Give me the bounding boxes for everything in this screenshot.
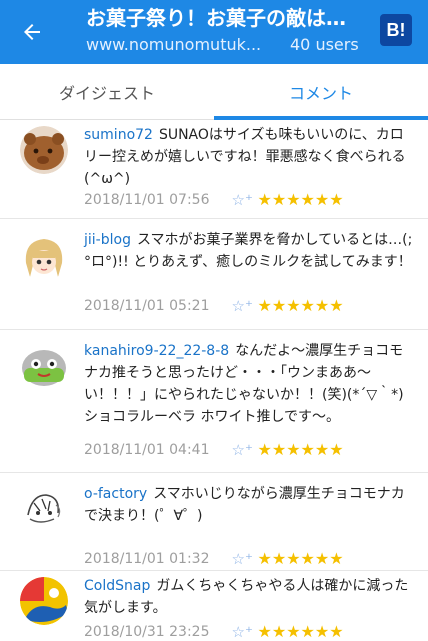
add-star-icon[interactable]: ☆⁺: [232, 297, 253, 315]
comment-body: ColdSnap ガムくちゃくちゃやる人は確かに減った気がします。: [84, 575, 414, 619]
comment-item: jii-blog スマホがお菓子業界を脅かしているとは…(;°ロ°)!! とりあえ…: [0, 219, 428, 330]
comment-username[interactable]: kanahiro9-22_22-8-8: [84, 343, 229, 359]
comment-meta: 2018/11/01 07:56 ☆⁺ ★★★★★★: [84, 190, 344, 209]
star-rating: ★★★★★★: [257, 296, 344, 315]
tab-bar: ダイジェスト コメント: [0, 64, 428, 120]
star-rating: ★★★★★★: [257, 190, 344, 209]
page-title: お菓子祭り！お菓子の敵は…: [86, 6, 346, 30]
star-rating: ★★★★★★: [257, 440, 344, 459]
comment-timestamp: 2018/11/01 07:56: [84, 191, 210, 208]
anime-girl-avatar: [20, 233, 68, 281]
add-star-icon[interactable]: ☆⁺: [232, 191, 253, 209]
comment-item: kanahiro9-22_22-8-8 なんだよ〜濃厚生チョコモナカ推そうと思った…: [0, 330, 428, 473]
comment-body: kanahiro9-22_22-8-8 なんだよ〜濃厚生チョコモナカ推そうと思った…: [84, 340, 414, 428]
comment-meta: 2018/11/01 01:32 ☆⁺ ★★★★★★: [84, 549, 344, 568]
user-avatar[interactable]: [20, 344, 68, 392]
comment-meta: 2018/11/01 04:41 ☆⁺ ★★★★★★: [84, 440, 344, 459]
comment-body: o-factory スマホいじりながら濃厚生チョコモナカで決まり！(゜∀゜): [84, 483, 414, 527]
sketch-avatar: [20, 485, 68, 533]
robot-avatar: [20, 344, 68, 392]
app-header: お菓子祭り！お菓子の敵は… www.nomunomutuk... 40 user…: [0, 0, 428, 64]
comment-username[interactable]: o-factory: [84, 486, 147, 502]
comment-timestamp: 2018/11/01 01:32: [84, 550, 210, 567]
comment-meta: 2018/11/01 05:21 ☆⁺ ★★★★★★: [84, 296, 344, 315]
star-rating: ★★★★★★: [257, 549, 344, 568]
user-avatar[interactable]: [20, 126, 68, 174]
tab-comments[interactable]: コメント: [214, 64, 428, 120]
brown-bear-avatar: [20, 126, 68, 174]
comment-timestamp: 2018/11/01 05:21: [84, 297, 210, 314]
comment-username[interactable]: jii-blog: [84, 232, 131, 248]
arrow-left-icon: [24, 24, 40, 40]
user-avatar[interactable]: [20, 233, 68, 281]
user-avatar[interactable]: [20, 577, 68, 625]
comment-item: ColdSnap ガムくちゃくちゃやる人は確かに減った気がします。 2018/10…: [0, 571, 428, 641]
comment-meta: 2018/10/31 23:25 ☆⁺ ★★★★★★: [84, 622, 344, 641]
comment-username[interactable]: ColdSnap: [84, 578, 150, 594]
user-avatar[interactable]: [20, 485, 68, 533]
comment-username[interactable]: sumino72: [84, 127, 153, 143]
add-star-icon[interactable]: ☆⁺: [232, 623, 253, 641]
colorful-avatar: [20, 577, 68, 625]
comment-timestamp: 2018/10/31 23:25: [84, 623, 210, 640]
comment-timestamp: 2018/11/01 04:41: [84, 441, 210, 458]
comment-text: スマホがお菓子業界を脅かしているとは…(;°ロ°)!! とりあえず、癒しのミルク…: [84, 232, 413, 270]
star-rating: ★★★★★★: [257, 622, 344, 641]
add-star-icon[interactable]: ☆⁺: [232, 441, 253, 459]
tab-digest[interactable]: ダイジェスト: [0, 64, 214, 120]
add-star-icon[interactable]: ☆⁺: [232, 550, 253, 568]
comment-item: o-factory スマホいじりながら濃厚生チョコモナカで決まり！(゜∀゜) 20…: [0, 473, 428, 571]
users-count[interactable]: 40 users: [290, 33, 359, 57]
comment-item: sumino72 SUNAOはサイズも味もいいのに、カロリー控えめが嬉しいですね！…: [0, 120, 428, 219]
hatena-bookmark-button[interactable]: B!: [380, 14, 412, 46]
comment-body: sumino72 SUNAOはサイズも味もいいのに、カロリー控えめが嬉しいですね！…: [84, 124, 414, 190]
page-url[interactable]: www.nomunomutuk...: [86, 33, 274, 57]
comment-body: jii-blog スマホがお菓子業界を脅かしているとは…(;°ロ°)!! とりあえ…: [84, 229, 414, 273]
back-button[interactable]: [16, 16, 48, 48]
